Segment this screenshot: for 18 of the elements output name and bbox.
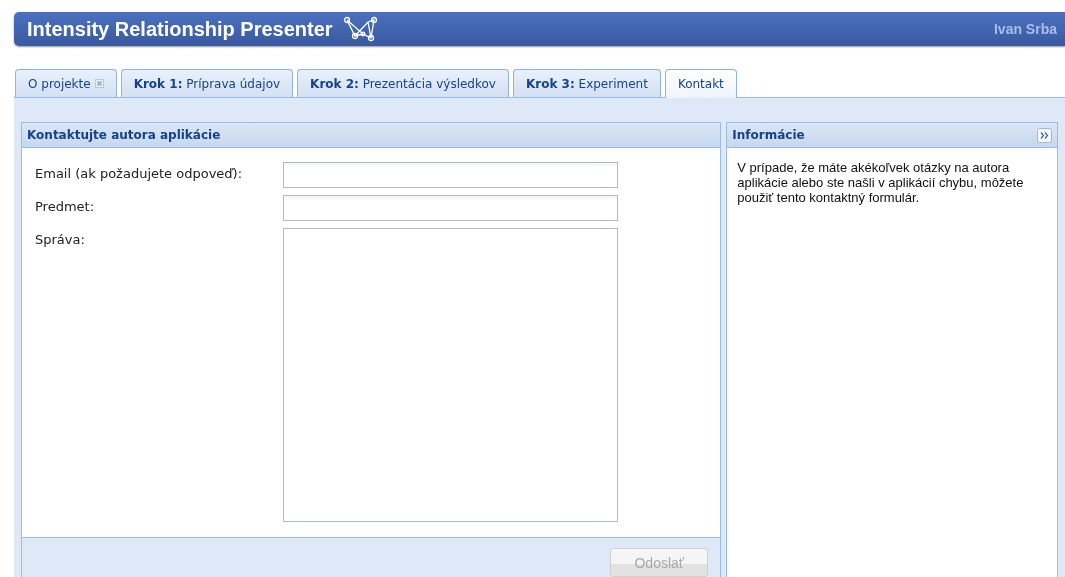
network-icon [342, 16, 377, 42]
tab[interactable]: Kontakt [664, 69, 737, 98]
tab[interactable]: O projekte [15, 69, 117, 97]
tab[interactable]: Krok 1: Príprava údajov [120, 69, 294, 97]
tab[interactable]: Krok 2: Prezentácia výsledkov [297, 69, 509, 97]
expand-icon[interactable] [1037, 127, 1052, 143]
field-label: Správa: [35, 231, 86, 249]
input-field[interactable] [283, 162, 618, 188]
panel-title: Informácie [732, 128, 805, 142]
close-icon[interactable] [94, 79, 104, 88]
field-label: Email (ak požadujete odpoveď): [35, 165, 244, 183]
input-field[interactable] [283, 195, 618, 221]
message-field[interactable] [283, 228, 618, 522]
app-title: Intensity Relationship Presenter [27, 17, 333, 41]
tab[interactable]: Krok 3: Experiment [512, 69, 661, 97]
panel-title: Kontaktujte autora aplikácie [27, 128, 221, 142]
info-text: V prípade, že máte akékoľvek otázky na autora aplikácie alebo ste našli v aplikácií chybu, môžete použiť tento kontaktný formulár. [737, 160, 1025, 205]
field-label: Predmet: [35, 198, 96, 216]
